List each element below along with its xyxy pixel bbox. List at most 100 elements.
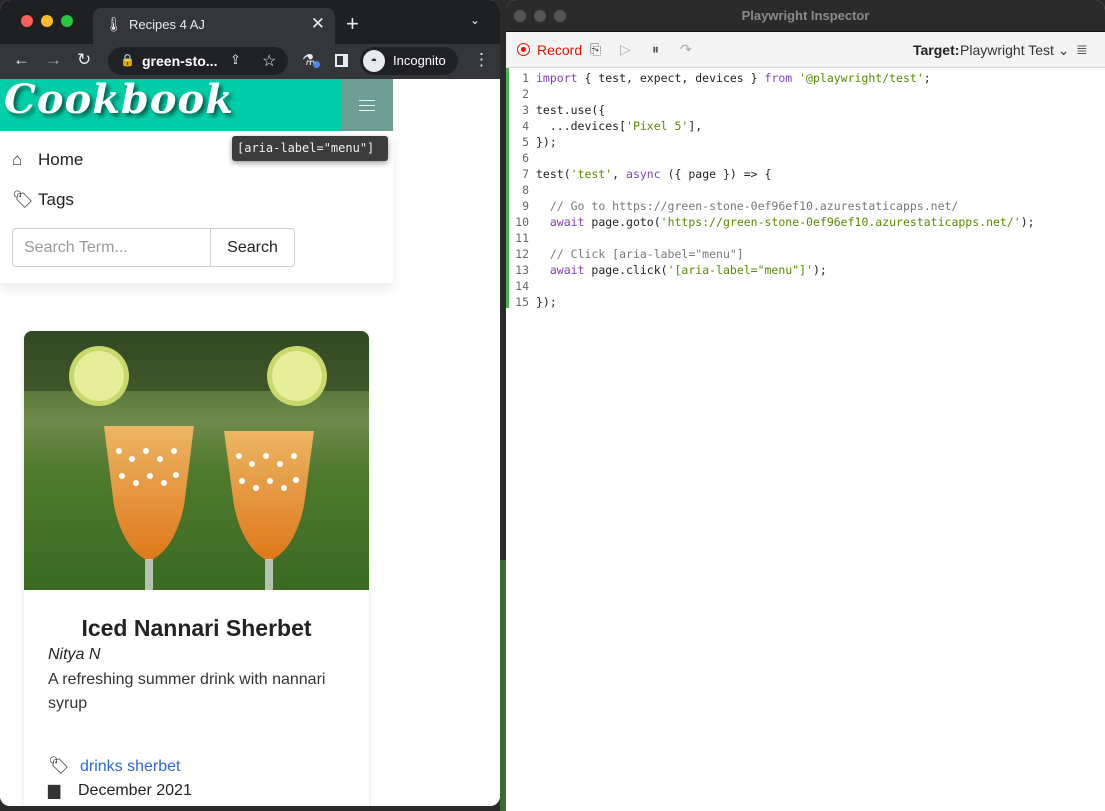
browser-window: 🌡 Recipes 4 AJ ✕ + ⌄ ← → ↻ 🔒 green-sto..… [0,0,500,806]
code-line[interactable]: 9 // Go to https://green-stone-0ef96ef10… [506,198,1105,214]
inspector-title: Playwright Inspector [741,8,870,23]
code-line[interactable]: 14 [506,278,1105,294]
code-line[interactable]: 3 test.use({ [506,102,1105,118]
hamburger-line [359,105,375,106]
code-text: // Go to https://green-stone-0ef96ef10.a… [549,199,959,213]
line-number: 13 [515,263,529,277]
line-number: 10 [515,215,529,229]
inspector-titlebar: Playwright Inspector [506,0,1105,32]
target-label-text: Target: [913,42,960,58]
tab-title: Recipes 4 AJ [129,17,205,32]
search-button[interactable]: Search [210,228,295,267]
bookmark-star-icon[interactable]: ☆ [262,51,276,71]
code-line[interactable]: 5}); [506,134,1105,150]
recipe-title[interactable]: Iced Nannari Sherbet [24,615,369,642]
more-menu-icon[interactable]: ⋮ [473,50,490,70]
step-over-icon[interactable]: ↷ [680,41,692,58]
nav-home-label: Home [38,150,84,169]
nav-tags[interactable]: 🏷 Tags [12,190,74,210]
minimize-window-button[interactable] [41,15,53,27]
clear-list-icon[interactable]: ≣ [1076,41,1088,58]
record-icon[interactable] [517,43,530,56]
share-icon[interactable]: ⇪ [230,52,241,68]
new-tab-button[interactable]: + [346,11,359,37]
forward-button[interactable]: → [45,50,62,70]
tab-recipes[interactable]: 🌡 Recipes 4 AJ ✕ [93,8,335,44]
code-line[interactable]: 1 import { test, expect, devices } from '… [506,70,1105,86]
code-line[interactable]: 6 [506,150,1105,166]
nav-home[interactable]: ⌂ Home [12,150,83,170]
pause-icon[interactable]: ⏸ [652,41,659,58]
recipe-tags: 🏷 drinks sherbet [48,756,181,776]
code-line[interactable]: 8 [506,182,1105,198]
lock-icon[interactable]: 🔒 [120,53,135,67]
page-viewport: Cookbook ⌂Home 🏷Tags Search [aria-label=… [0,79,500,806]
browser-toolbar: ← → ↻ 🔒 green-sto... ⇪ ☆ ⚗ ◓ Incognito ⋮ [0,44,500,79]
line-number: 6 [522,151,529,165]
tags-icon: 🏷 [48,756,70,775]
code-text: test('test', async ({ page }) => { [536,167,772,181]
code-line[interactable]: 7 test('test', async ({ page }) => { [506,166,1105,182]
resume-icon[interactable]: ▷ [620,41,631,58]
recipe-card[interactable]: Iced Nannari Sherbet Nitya N A refreshin… [24,331,369,806]
line-number: 9 [522,199,529,213]
code-line[interactable]: 15}); [506,294,1105,310]
code-line[interactable]: 10 await page.goto('https://green-stone-… [506,214,1105,230]
close-window-button[interactable] [21,15,33,27]
recipe-description: A refreshing summer drink with nannari s… [48,671,326,712]
record-button[interactable]: Record [537,42,582,58]
url-text[interactable]: green-sto... [142,53,217,69]
copy-icon[interactable]: ⎘ [590,41,601,58]
line-number: 14 [515,279,529,293]
tags-icon: 🏷 [12,190,34,209]
line-number: 5 [522,135,529,149]
code-text: }); [536,135,557,149]
incognito-icon: ◓ [363,50,385,72]
target-select[interactable]: Playwright Test ⌄ [960,42,1070,59]
line-number: 3 [522,103,529,117]
search-input[interactable] [12,228,211,267]
nav-tags-label: Tags [38,190,74,209]
maximize-window-button[interactable] [61,15,73,27]
recipe-tags-link[interactable]: drinks sherbet [80,758,181,775]
line-number: 12 [515,247,529,261]
hamburger-line [359,110,375,111]
inspector-toolbar: Record ⎘ ▷ ⏸ ↷ Target: Playwright Test ⌄… [506,32,1105,68]
address-bar[interactable]: 🔒 green-sto... ⇪ ☆ [108,47,288,75]
thermometer-icon: 🌡 [105,16,123,32]
brand-logo[interactable]: Cookbook [4,79,234,123]
line-number: 15 [515,295,529,309]
selector-tooltip: [aria-label="menu"] [232,136,388,161]
flask-badge [313,61,320,68]
line-number: 11 [515,231,529,245]
tab-search-icon[interactable]: ⌄ [470,13,480,27]
tab-strip: 🌡 Recipes 4 AJ ✕ + ⌄ [0,0,500,44]
code-line[interactable]: 2 [506,86,1105,102]
code-line[interactable]: 13 await page.click('[aria-label="menu"]… [506,262,1105,278]
recipe-date-text: December 2021 [78,782,192,799]
line-number: 8 [522,183,529,197]
reload-button[interactable]: ↻ [77,50,91,70]
code-line[interactable]: 12 // Click [aria-label="menu"] [506,246,1105,262]
code-line[interactable]: 4 ...devices['Pixel 5'], [506,118,1105,134]
code-text: test.use({ [536,103,606,117]
incognito-button[interactable]: ◓ Incognito [360,47,458,75]
code-line[interactable]: 11 [506,230,1105,246]
hamburger-line [359,100,375,101]
code-editor[interactable]: 1 import { test, expect, devices } from '… [506,68,1105,811]
recipe-author: Nitya N [48,646,101,663]
back-button[interactable]: ← [13,50,30,70]
side-panel-icon[interactable] [335,54,348,67]
code-text: }); [536,295,557,309]
line-number: 4 [522,119,529,133]
target-value: Playwright Test [960,42,1054,58]
chevron-down-icon: ⌄ [1057,42,1070,58]
close-tab-icon[interactable]: ✕ [311,14,325,34]
code-text: import { test, expect, devices } from '@… [536,71,931,85]
recipe-image[interactable] [24,331,369,590]
incognito-label: Incognito [393,53,446,68]
menu-toggle-button[interactable] [341,79,393,131]
site-navbar: Cookbook [0,79,393,131]
inspector-window: Playwright Inspector Record ⎘ ▷ ⏸ ↷ Targ… [506,0,1105,811]
line-number: 1 [522,71,529,85]
